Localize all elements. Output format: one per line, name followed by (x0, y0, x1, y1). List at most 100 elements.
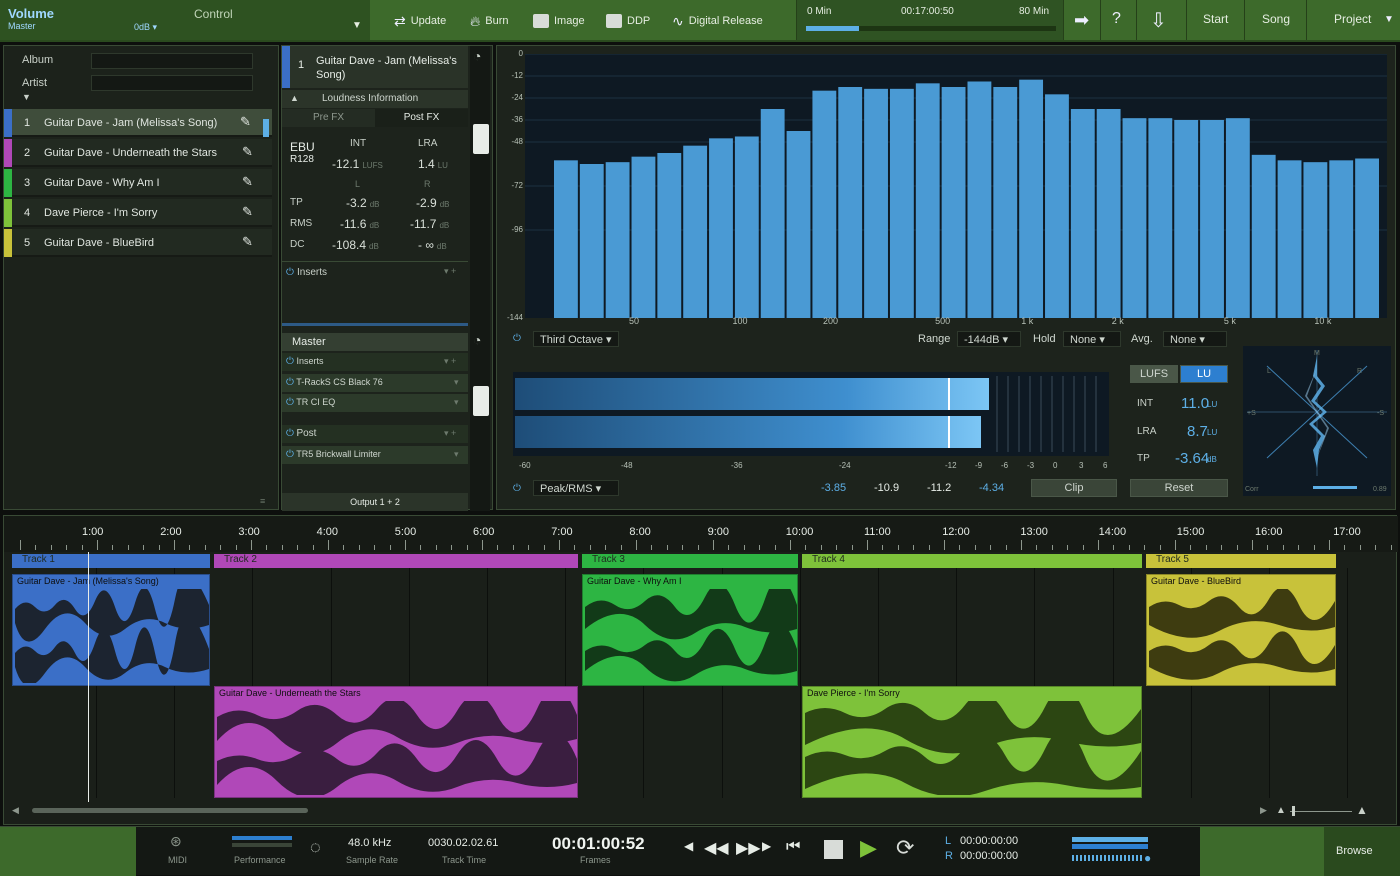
knob-icon[interactable]: ◔ (473, 48, 481, 64)
output-selector[interactable]: Output 1 + 2 (282, 493, 468, 511)
master-inserts-row[interactable]: ⏻ Inserts ▾ + (282, 353, 468, 371)
plugin-slot[interactable]: ⏻ T-RackS CS Black 76 ▾ (282, 374, 468, 392)
rewind-icon[interactable]: ◀◀ (704, 838, 729, 858)
help-button[interactable]: ? (1112, 10, 1121, 28)
inserts-row[interactable]: ⏻ Inserts (286, 266, 327, 278)
track-header[interactable]: Track 5 (1146, 554, 1336, 568)
horizontal-scrollbar[interactable] (32, 808, 308, 813)
power-icon[interactable]: ⏻ (513, 483, 521, 494)
lufs-tab[interactable]: LUFS (1130, 365, 1178, 383)
stop-button[interactable] (824, 840, 843, 859)
loudness-info-bar[interactable]: ▲ Loudness Information (282, 90, 468, 108)
power-icon[interactable]: ⏻ (286, 428, 294, 439)
add-insert-icon[interactable]: ▾ + (444, 356, 456, 367)
master-fader-handle[interactable] (473, 386, 489, 416)
edit-icon[interactable]: ✎ (240, 114, 251, 130)
edit-icon[interactable]: ✎ (242, 204, 253, 220)
skip-back-icon[interactable]: ◀ (684, 839, 693, 853)
song-button[interactable]: Song (1262, 12, 1290, 26)
audio-clip[interactable]: Guitar Dave - Jam (Melissa's Song) (12, 574, 210, 686)
avg-dropdown[interactable]: None ▾ (1163, 331, 1227, 347)
return-to-start-icon[interactable]: ⏮︎ (786, 838, 800, 856)
resize-grip-icon[interactable]: ≡ (260, 496, 265, 506)
reset-button[interactable]: Reset (1130, 479, 1228, 497)
db-dropdown[interactable]: 0dB ▾ (134, 22, 157, 33)
browse-button[interactable]: Browse (1324, 827, 1400, 876)
playhead[interactable] (88, 552, 89, 802)
artist-field[interactable] (91, 75, 253, 91)
plugin-slot[interactable]: ⏻ TR5 Brickwall Limiter ▾ (282, 446, 468, 464)
plugin-slot[interactable]: ⏻ TR CI EQ ▾ (282, 394, 468, 412)
collapse-icon[interactable]: ▲ (290, 93, 299, 103)
power-icon[interactable]: ⏻ (286, 356, 294, 367)
chevron-down-icon[interactable]: ▼ (22, 92, 31, 102)
album-field[interactable] (91, 53, 253, 69)
power-icon[interactable]: ⏻ (286, 449, 294, 460)
power-icon[interactable]: ⏻ (286, 397, 294, 408)
chevron-down-icon[interactable]: ▾ (454, 377, 459, 388)
digital-release-button[interactable]: ∿ Digital Release (672, 12, 763, 30)
sync-icon[interactable]: ◌ (310, 837, 321, 858)
start-button[interactable]: Start (1203, 12, 1228, 26)
track-header[interactable]: Track 3 (582, 554, 798, 568)
scroll-left-icon[interactable]: ◀ (12, 805, 19, 816)
chevron-down-icon[interactable]: ▾ (454, 397, 459, 408)
tab-post-fx[interactable]: Post FX (375, 109, 468, 127)
track-header[interactable]: Track 4 (802, 554, 1142, 568)
arrow-right-icon[interactable]: ➡︎ (1074, 10, 1089, 31)
zoom-in-icon[interactable]: ▲ (1356, 803, 1368, 817)
list-item[interactable]: 4 Dave Pierce - I'm Sorry ✎ (4, 199, 272, 227)
track-header[interactable]: Track 2 (214, 554, 578, 568)
knob-icon[interactable]: ◔ (473, 332, 481, 348)
fast-forward-icon[interactable]: ▶▶ (736, 838, 761, 858)
range-dropdown[interactable]: -144dB ▾ (957, 331, 1021, 347)
ddp-button[interactable]: DDP (606, 12, 650, 30)
play-button[interactable]: ▶ (860, 835, 877, 861)
post-row[interactable]: ⏻ Post ▾ + (282, 425, 468, 443)
track-header[interactable]: Track 1 (12, 554, 210, 568)
power-icon[interactable]: ⏻ (513, 333, 521, 344)
disc-timeline[interactable]: 0 Min 00:17:00:50 80 Min (796, 0, 1064, 40)
list-item[interactable]: 1 Guitar Dave - Jam (Melissa's Song) ✎ (4, 109, 272, 137)
list-item[interactable]: 3 Guitar Dave - Why Am I ✎ (4, 169, 272, 197)
zoom-out-icon[interactable]: ▲ (1276, 805, 1286, 816)
volume-control[interactable]: Volume Master Control 0dB ▾ ▼ (0, 0, 370, 40)
power-icon[interactable]: ⏻ (286, 267, 294, 278)
power-icon[interactable]: ⏻ (286, 377, 294, 388)
chevron-down-icon[interactable]: ▾ (454, 449, 459, 460)
track-fader-handle[interactable] (473, 124, 489, 154)
audio-clip[interactable]: Guitar Dave - Underneath the Stars (214, 686, 578, 798)
edit-icon[interactable]: ✎ (242, 144, 253, 160)
right-locator-time[interactable]: 00:00:00:00 (960, 850, 1018, 862)
add-insert-icon[interactable]: ▾ + (444, 428, 456, 439)
download-arrow-icon[interactable]: ⇩ (1150, 8, 1167, 33)
image-button[interactable]: Image (533, 12, 585, 30)
edit-icon[interactable]: ✎ (242, 234, 253, 250)
loop-icon[interactable]: ⟳ (896, 835, 914, 861)
skip-forward-icon[interactable]: ▶ (762, 839, 771, 853)
midi-icon[interactable]: ⊛ (170, 833, 182, 850)
left-locator-time[interactable]: 00:00:00:00 (960, 835, 1018, 847)
clip-button[interactable]: Clip (1031, 479, 1117, 497)
list-item[interactable]: 2 Guitar Dave - Underneath the Stars ✎ (4, 139, 272, 167)
meter-mode-dropdown[interactable]: Peak/RMS ▾ (533, 480, 619, 496)
update-button[interactable]: ⇄ Update (394, 12, 446, 30)
project-button[interactable]: Project (1334, 12, 1371, 26)
hold-dropdown[interactable]: None ▾ (1063, 331, 1121, 347)
edit-icon[interactable]: ✎ (242, 174, 253, 190)
audio-clip[interactable]: Dave Pierce - I'm Sorry (802, 686, 1142, 798)
audio-clip[interactable]: Guitar Dave - BlueBird (1146, 574, 1336, 686)
lu-tab[interactable]: LU (1180, 365, 1228, 383)
burn-button[interactable]: 🔥︎ Burn (470, 12, 509, 30)
zoom-slider-handle[interactable] (1292, 806, 1295, 816)
chevron-down-icon[interactable]: ▼ (352, 20, 362, 31)
list-item[interactable]: 5 Guitar Dave - BlueBird ✎ (4, 229, 272, 257)
toggle-icon[interactable]: ● (1144, 851, 1151, 865)
add-insert-icon[interactable]: ▾ + (444, 266, 456, 277)
analyzer-mode-dropdown[interactable]: Third Octave ▾ (533, 331, 619, 347)
scroll-right-icon[interactable]: ▶ (1260, 805, 1267, 816)
list-scrollbar[interactable] (263, 119, 269, 137)
audio-clip[interactable]: Guitar Dave - Why Am I (582, 574, 798, 686)
tab-pre-fx[interactable]: Pre FX (282, 109, 375, 127)
chevron-down-icon[interactable]: ▼ (1384, 14, 1394, 25)
